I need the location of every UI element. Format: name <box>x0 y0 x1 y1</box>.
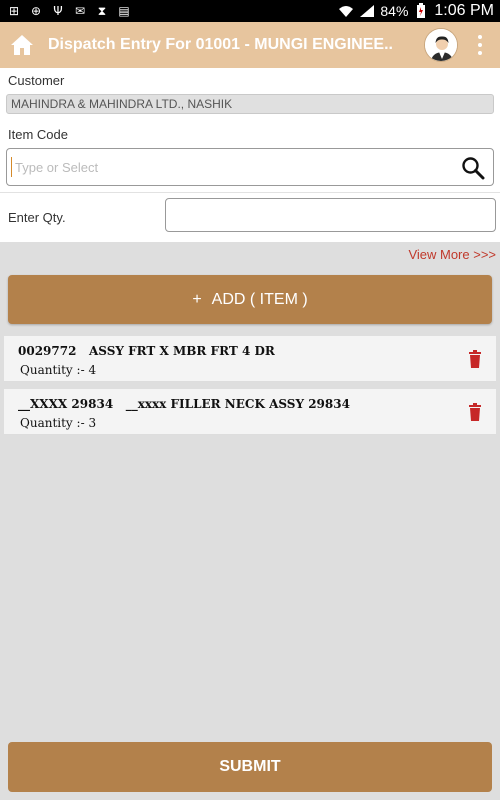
view-more-link[interactable]: View More >>> <box>408 247 496 262</box>
document-icon: ▤ <box>118 4 130 18</box>
battery-percent: 84% <box>380 3 409 19</box>
clock: 1:06 PM <box>434 2 494 19</box>
qty-label: Enter Qty. <box>8 210 66 225</box>
avatar[interactable] <box>424 28 458 62</box>
add-item-label: ADD ( ITEM ) <box>211 290 308 308</box>
quantity-input[interactable] <box>165 198 496 232</box>
hourglass-icon: ⧗ <box>97 3 107 18</box>
item-code-field[interactable] <box>6 148 494 186</box>
signal-icon <box>359 4 375 18</box>
item-title: 0029772 ASSY FRT X MBR FRT 4 DR <box>18 344 275 358</box>
add-item-button[interactable]: + ADD ( ITEM ) <box>8 275 492 324</box>
grid-icon: ⊞ <box>8 4 20 18</box>
item-code-label: Item Code <box>8 127 68 142</box>
dispatch-form: Customer MAHINDRA & MAHINDRA LTD., NASHI… <box>0 68 500 242</box>
status-bar: ⊞ ⊕ Ψ ✉ ⧗ ▤ 84% 1:06 PM <box>0 0 500 22</box>
overflow-menu-button[interactable] <box>470 30 490 60</box>
app-bar: Dispatch Entry For 01001 - MUNGI ENGINEE… <box>0 22 500 68</box>
divider <box>0 192 500 193</box>
customer-label: Customer <box>8 73 65 88</box>
menu-dot-icon <box>478 35 482 39</box>
user-avatar-icon <box>425 29 457 61</box>
item-quantity: Quantity :- 3 <box>20 416 97 430</box>
menu-dot-icon <box>478 51 482 55</box>
item-title: __XXXX 29834 __xxxx FILLER NECK ASSY 298… <box>18 397 350 411</box>
home-icon <box>11 35 33 55</box>
mail-icon: ✉ <box>74 4 86 18</box>
page-title: Dispatch Entry For 01001 - MUNGI ENGINEE… <box>48 36 393 53</box>
target-icon: ⊕ <box>30 4 42 18</box>
delete-icon[interactable] <box>468 403 482 421</box>
plus-icon: + <box>192 290 202 308</box>
home-button[interactable] <box>0 22 44 68</box>
delete-icon[interactable] <box>468 350 482 368</box>
search-icon[interactable] <box>461 156 485 180</box>
submit-button[interactable]: SUBMIT <box>8 742 492 792</box>
usb-icon: Ψ <box>53 4 63 18</box>
battery-icon <box>413 3 429 18</box>
item-code-input[interactable] <box>11 157 451 177</box>
wifi-icon <box>338 4 354 18</box>
item-quantity: Quantity :- 4 <box>20 363 97 377</box>
list-item[interactable]: __XXXX 29834 __xxxx FILLER NECK ASSY 298… <box>4 389 496 435</box>
customer-field: MAHINDRA & MAHINDRA LTD., NASHIK <box>6 94 494 114</box>
menu-dot-icon <box>478 43 482 47</box>
list-item[interactable]: 0029772 ASSY FRT X MBR FRT 4 DR Quantity… <box>4 336 496 382</box>
